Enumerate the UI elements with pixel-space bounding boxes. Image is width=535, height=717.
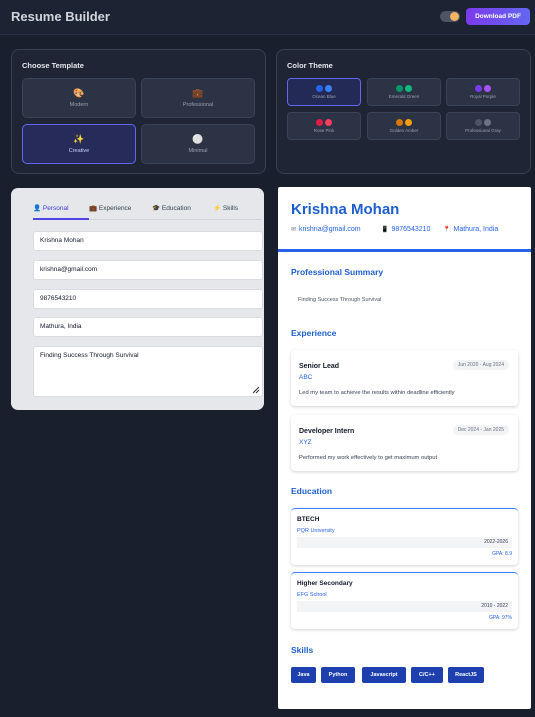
- resume-email: ✉ krishna@gmail.com: [291, 226, 361, 233]
- template-panel-title: Choose Template: [22, 61, 84, 70]
- experience-item: Senior Lead ABC Jun 2020 - Aug 2024 Led …: [291, 350, 518, 406]
- skill-tag: Java: [291, 667, 316, 683]
- skill-tag: Python: [321, 667, 355, 683]
- template-minimal[interactable]: ⚪ Minimal: [141, 124, 255, 164]
- skill-tag: ReactJS: [448, 667, 484, 683]
- resume-name: Krishna Mohan: [291, 201, 400, 218]
- user-icon: 👤: [33, 205, 42, 212]
- job-description: Led my team to achieve the results withi…: [299, 390, 455, 396]
- tab-label: Education: [161, 205, 191, 212]
- theme-toggle[interactable]: [440, 11, 460, 22]
- experience-item: Developer Intern XYZ Dec 2024 - Jan 2025…: [291, 415, 518, 471]
- date-badge: Jun 2020 - Aug 2024: [452, 360, 509, 370]
- graduation-cap-icon: 🎓: [152, 205, 161, 212]
- summary-text: Finding Success Through Survival: [40, 352, 139, 359]
- theme-label: Royal Purple: [470, 94, 496, 99]
- tab-label: Experience: [98, 205, 132, 212]
- template-professional[interactable]: 💼 Professional: [141, 78, 255, 118]
- tab-label: Skills: [222, 205, 239, 212]
- color-theme-title: Color Theme: [287, 61, 333, 70]
- company-name: ABC: [299, 374, 313, 381]
- summary-heading: Professional Summary: [291, 267, 384, 277]
- skill-tag: C/C++: [411, 667, 443, 683]
- resize-handle-icon[interactable]: [252, 386, 260, 394]
- location-field[interactable]: Mathura, India: [33, 317, 263, 337]
- school-name: PQR University: [297, 528, 335, 534]
- color-theme-panel: Color Theme Ocean Blue Emerald Green Roy…: [276, 49, 531, 174]
- summary-text: Finding Success Through Survival: [298, 297, 382, 303]
- template-label: Professional: [182, 102, 214, 108]
- app-title: Resume Builder: [11, 9, 110, 24]
- theme-golden-amber[interactable]: Golden Amber: [367, 112, 441, 140]
- theme-label: Golden Amber: [389, 128, 419, 133]
- resume-location: 📍 Mathura, India: [443, 226, 498, 233]
- top-bar: Resume Builder Download PDF: [0, 0, 535, 35]
- briefcase-icon: 💼: [89, 205, 98, 212]
- template-label: Modern: [69, 102, 89, 108]
- header-divider: [278, 249, 531, 252]
- gpa-value: GPA: 8.9: [492, 551, 512, 557]
- resume-email-text: krishna@gmail.com: [299, 226, 361, 233]
- education-years: 2010 - 2022: [297, 601, 512, 612]
- email-icon: ✉: [291, 227, 297, 233]
- template-panel: Choose Template 🎨 Modern 💼 Professional …: [11, 49, 266, 174]
- template-label: Creative: [68, 148, 90, 154]
- tab-experience[interactable]: 💼 Experience: [89, 204, 131, 212]
- editor-panel: 👤 Personal 💼 Experience 🎓 Education ⚡ Sk…: [11, 188, 264, 410]
- theme-label: Rose Pink: [313, 128, 335, 133]
- lightning-icon: ⚡: [213, 205, 222, 212]
- phone-icon: 📱: [381, 227, 389, 233]
- tab-personal[interactable]: 👤 Personal: [33, 204, 69, 212]
- name-field[interactable]: Krishna Mohan: [33, 231, 263, 251]
- job-description: Performed my work effectively to get max…: [299, 455, 438, 461]
- theme-emerald-green[interactable]: Emerald Green: [367, 78, 441, 106]
- theme-royal-purple[interactable]: Royal Purple: [446, 78, 520, 106]
- education-item: BTECH PQR University 2022-2026 GPA: 8.9: [291, 508, 518, 565]
- location-pin-icon: 📍: [443, 227, 451, 233]
- email-field[interactable]: krishna@gmail.com: [33, 260, 263, 280]
- date-badge: Dec 2024 - Jan 2025: [452, 425, 509, 435]
- job-role: Senior Lead: [299, 363, 340, 370]
- theme-label: Emerald Green: [388, 94, 420, 99]
- theme-rose-pink[interactable]: Rose Pink: [287, 112, 361, 140]
- active-tab-indicator: [33, 218, 89, 220]
- summary-textarea[interactable]: Finding Success Through Survival: [33, 346, 263, 397]
- company-name: XYZ: [299, 439, 312, 446]
- download-pdf-button[interactable]: Download PDF: [466, 8, 530, 25]
- experience-heading: Experience: [291, 328, 337, 338]
- tab-education[interactable]: 🎓 Education: [152, 204, 191, 212]
- resume-phone: 📱 9876543210: [381, 226, 430, 233]
- degree-name: BTECH: [297, 516, 320, 523]
- theme-label: Ocean Blue: [312, 94, 336, 99]
- degree-name: Higher Secondary: [297, 580, 353, 587]
- theme-ocean-blue[interactable]: Ocean Blue: [287, 78, 361, 106]
- resume-phone-text: 9876543210: [391, 226, 431, 233]
- theme-professional-gray[interactable]: Professional Gray: [446, 112, 520, 140]
- skill-tag: Javascript: [362, 667, 406, 683]
- tab-skills[interactable]: ⚡ Skills: [213, 204, 238, 212]
- education-item: Higher Secondary EFG School 2010 - 2022 …: [291, 572, 518, 629]
- skills-heading: Skills: [291, 645, 314, 655]
- job-role: Developer Intern: [299, 428, 355, 435]
- briefcase-icon: 💼: [192, 88, 204, 98]
- template-label: Minimal: [188, 148, 208, 154]
- sparkles-icon: ✨: [73, 134, 85, 144]
- circle-icon: ⚪: [192, 134, 204, 144]
- school-name: EFG School: [297, 592, 327, 598]
- gpa-value: GPA: 97%: [489, 615, 512, 621]
- education-years: 2022-2026: [297, 537, 512, 548]
- tab-label: Personal: [42, 205, 69, 212]
- theme-label: Professional Gray: [465, 128, 501, 133]
- education-heading: Education: [291, 486, 333, 496]
- template-modern[interactable]: 🎨 Modern: [22, 78, 136, 118]
- phone-field[interactable]: 9876543210: [33, 289, 263, 309]
- resume-location-text: Mathura, India: [453, 226, 499, 233]
- resume-preview: Krishna Mohan ✉ krishna@gmail.com 📱 987654…: [278, 187, 531, 709]
- template-creative[interactable]: ✨ Creative: [22, 124, 136, 164]
- sun-icon: [450, 12, 459, 21]
- palette-icon: 🎨: [73, 88, 85, 98]
